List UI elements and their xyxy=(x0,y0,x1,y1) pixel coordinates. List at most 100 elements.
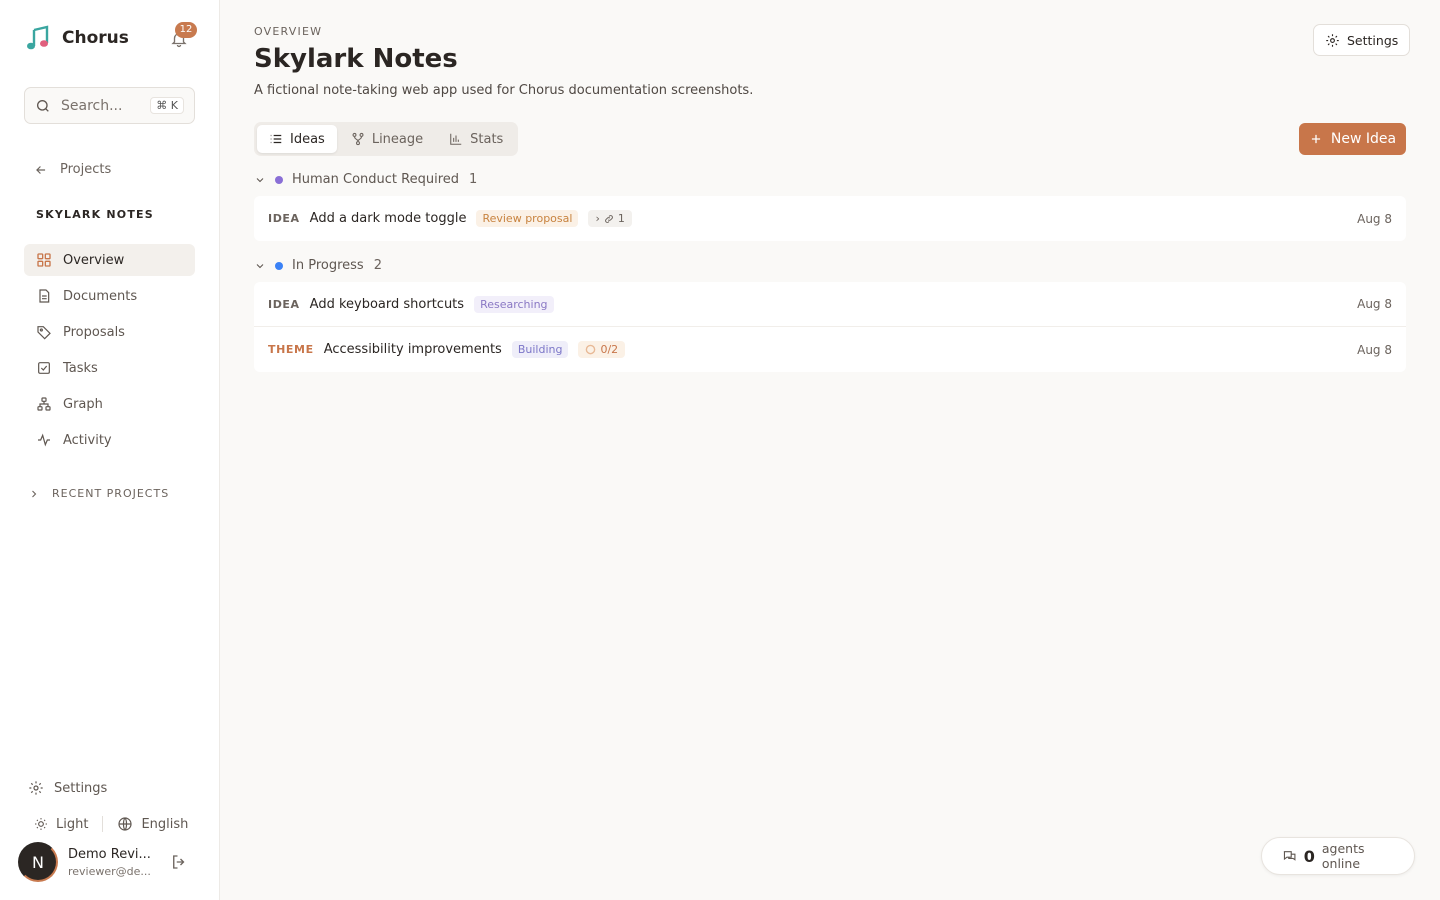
progress-ring-icon xyxy=(586,344,596,355)
agents-count: 0 xyxy=(1303,846,1315,866)
chevron-right-icon: › xyxy=(595,212,600,225)
gear-icon xyxy=(1326,33,1339,47)
sidebar-item-documents[interactable]: Documents xyxy=(24,280,195,312)
sidebar-nav: Overview Documents Proposals Tasks Graph… xyxy=(24,244,195,460)
group-header-human-conduct[interactable]: Human Conduct Required 1 xyxy=(254,172,477,187)
item-kind: IDEA xyxy=(268,297,300,311)
group-name: In Progress xyxy=(292,258,364,273)
graph-icon xyxy=(37,397,51,411)
group-header-in-progress[interactable]: In Progress 2 xyxy=(254,258,382,273)
sidebar-item-label: Proposals xyxy=(63,324,125,340)
tab-label: Lineage xyxy=(371,131,424,147)
project-label: SKYLARK NOTES xyxy=(36,208,154,221)
sidebar-item-proposals[interactable]: Proposals xyxy=(24,316,195,348)
sidebar-item-overview[interactable]: Overview xyxy=(24,244,195,276)
link-count: 1 xyxy=(617,212,625,225)
search-placeholder: Search... xyxy=(61,97,123,114)
sidebar-item-tasks[interactable]: Tasks xyxy=(24,352,195,384)
item-kind: THEME xyxy=(268,343,314,356)
recent-projects-label: RECENT PROJECTS xyxy=(52,487,170,500)
music-note-icon xyxy=(27,25,49,50)
brand[interactable]: Chorus xyxy=(24,24,129,52)
settings-button[interactable]: Settings xyxy=(1313,24,1411,56)
user-name: Demo Revi... xyxy=(68,846,151,862)
task-progress: 0/2 xyxy=(600,343,619,356)
arrow-left-icon xyxy=(36,165,46,174)
view-tabs: Ideas Lineage Stats xyxy=(254,122,519,156)
app-name: Chorus xyxy=(62,28,129,48)
item-date: Aug 8 xyxy=(1357,297,1392,311)
user-email: reviewer@de... xyxy=(68,864,151,878)
tab-stats[interactable]: Stats xyxy=(437,125,515,153)
list-item[interactable]: IDEA Add a dark mode toggle Review propo… xyxy=(254,196,1406,241)
chat-icon xyxy=(1283,851,1296,861)
back-label: Projects xyxy=(60,162,112,177)
sun-icon xyxy=(35,818,47,830)
search-icon xyxy=(37,99,49,112)
tab-label: Stats xyxy=(470,131,504,147)
sidebar-settings[interactable]: Settings xyxy=(28,780,107,796)
item-date: Aug 8 xyxy=(1357,211,1392,226)
tab-lineage[interactable]: Lineage xyxy=(339,125,435,153)
item-kind: IDEA xyxy=(268,212,300,225)
bar-chart-icon xyxy=(450,133,462,145)
group-count: 2 xyxy=(373,258,382,273)
task-progress-chip: 0/2 xyxy=(578,341,626,358)
notification-badge: 12 xyxy=(175,22,197,38)
logout-icon[interactable] xyxy=(170,853,188,871)
status-badge: Review proposal xyxy=(476,210,579,227)
plus-icon xyxy=(1311,134,1320,144)
user-profile[interactable]: N Demo Revi... reviewer@de... xyxy=(18,842,203,882)
sidebar-item-label: Tasks xyxy=(63,360,98,376)
sidebar-item-label: Graph xyxy=(63,396,103,412)
item-title: Add keyboard shortcuts xyxy=(309,296,465,312)
group-name: Human Conduct Required xyxy=(292,172,460,187)
new-idea-button[interactable]: New Idea xyxy=(1299,123,1406,155)
page-eyebrow: OVERVIEW xyxy=(254,25,323,38)
theme-language-row: Light English xyxy=(34,816,188,832)
main-content: OVERVIEW Skylark Notes A fictional note-… xyxy=(220,0,1440,900)
item-title: Add a dark mode toggle xyxy=(309,211,467,226)
sidebar-item-label: Overview xyxy=(63,252,125,268)
tag-icon xyxy=(37,326,51,340)
item-title: Accessibility improvements xyxy=(323,342,502,357)
page-description: A fictional note-taking web app used for… xyxy=(254,83,754,98)
language-select[interactable]: English xyxy=(141,817,188,832)
list-item[interactable]: IDEA Add keyboard shortcuts Researching … xyxy=(254,282,1406,327)
grid-icon xyxy=(37,253,51,267)
status-badge: Researching xyxy=(474,295,554,313)
back-to-projects[interactable]: Projects xyxy=(34,162,111,177)
group-card: IDEA Add keyboard shortcuts Researching … xyxy=(254,282,1406,372)
chevron-down-icon xyxy=(256,263,264,268)
theme-toggle[interactable]: Light xyxy=(56,817,88,832)
list-item[interactable]: THEME Accessibility improvements Buildin… xyxy=(254,327,1406,372)
document-icon xyxy=(39,289,50,303)
search-input[interactable]: Search... ⌘ K xyxy=(24,87,195,124)
page-title: Skylark Notes xyxy=(254,44,458,74)
sidebar-item-activity[interactable]: Activity xyxy=(24,424,195,456)
group-card: IDEA Add a dark mode toggle Review propo… xyxy=(254,196,1406,241)
status-dot xyxy=(275,175,283,184)
status-badge: Building xyxy=(511,341,569,358)
recent-projects-toggle[interactable]: RECENT PROJECTS xyxy=(28,487,169,500)
activity-icon xyxy=(38,433,50,447)
avatar: N xyxy=(18,842,58,882)
divider xyxy=(102,816,104,832)
sidebar-item-label: Activity xyxy=(63,432,112,448)
group-count: 1 xyxy=(469,172,478,187)
link-icon xyxy=(604,214,613,223)
search-shortcut: ⌘ K xyxy=(150,97,184,114)
agents-online-indicator[interactable]: 0 agents online xyxy=(1261,837,1415,875)
checkbox-icon xyxy=(38,362,50,374)
link-chip[interactable]: › 1 xyxy=(588,210,632,227)
tab-ideas[interactable]: Ideas xyxy=(257,125,337,153)
globe-icon xyxy=(118,817,133,831)
status-dot xyxy=(275,261,283,270)
sidebar-item-graph[interactable]: Graph xyxy=(24,388,195,420)
branch-icon xyxy=(352,132,364,146)
tab-label: Ideas xyxy=(290,131,325,147)
agents-label: agents online xyxy=(1321,841,1365,871)
chevron-right-icon xyxy=(32,490,37,497)
settings-button-label: Settings xyxy=(1347,32,1399,48)
sidebar: Chorus 12 Search... ⌘ K Projects SKYLARK… xyxy=(0,0,220,900)
